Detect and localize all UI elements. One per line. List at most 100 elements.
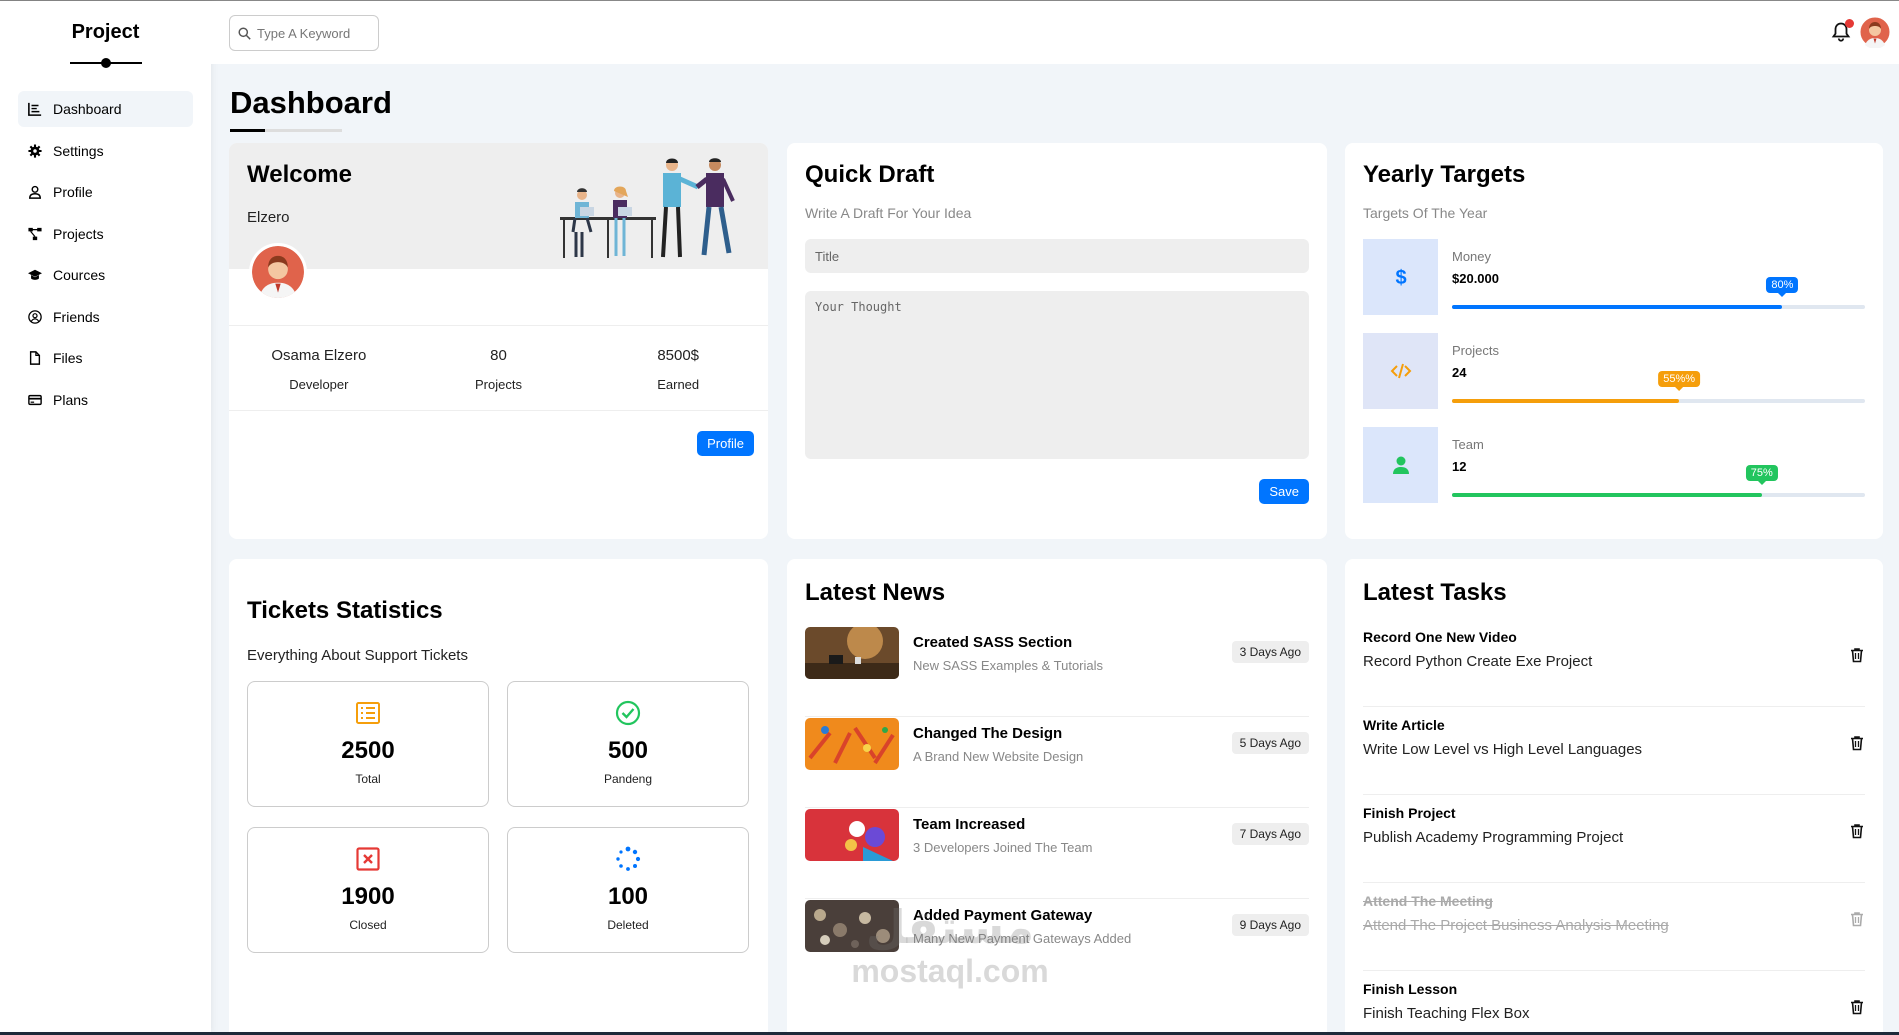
svg-text:$: $ [1395, 267, 1406, 288]
profile-button[interactable]: Profile [697, 431, 754, 456]
search-input[interactable] [257, 25, 372, 41]
user-circle-icon [28, 309, 42, 324]
sidebar-item-plans[interactable]: Plans [18, 382, 193, 418]
task-item: Write Article Write Low Level vs High Le… [1363, 707, 1865, 795]
news-item-title: Created SASS Section [913, 634, 1073, 651]
save-button[interactable]: Save [1259, 479, 1309, 504]
watermark: مستقل mostaql.com [834, 901, 1066, 990]
brand-divider [69, 58, 142, 68]
target-icon-box [1363, 333, 1438, 409]
notification-button[interactable] [1830, 19, 1854, 43]
stat-projects: 80 Projects [409, 326, 589, 410]
ticket-value: 2500 [341, 737, 395, 764]
welcome-avatar [249, 243, 307, 301]
news-item-date: 3 Days Ago [1231, 641, 1309, 663]
watermark-arabic: مستقل [865, 900, 1035, 954]
sidebar-item-label: Files [53, 350, 83, 366]
user-icon [29, 185, 41, 199]
news-item-date: 5 Days Ago [1231, 732, 1309, 754]
stat-label: Developer [289, 377, 349, 392]
task-item-done: Attend The Meeting Attend The Project Bu… [1363, 883, 1865, 971]
target-progress-track: 55%% [1452, 371, 1865, 403]
stat-earned: 8500$ Earned [588, 326, 768, 410]
title-underline [230, 129, 265, 132]
target-label: Money [1452, 249, 1492, 264]
target-progress-badge: 75% [1745, 465, 1778, 485]
stat-value: 8500$ [657, 347, 700, 364]
list-icon [356, 702, 380, 724]
latest-tasks-card: Latest Tasks Record One New Video Record… [1345, 559, 1883, 1035]
title-underline-light [265, 129, 342, 132]
target-progress-badge: 80% [1766, 277, 1799, 297]
welcome-card: Welcome Elzero Osama Elzero Developer 80… [229, 143, 768, 539]
sidebar-item-projects[interactable]: Projects [18, 216, 193, 252]
spinner-icon [616, 846, 641, 871]
task-item: Record One New Video Record Python Creat… [1363, 619, 1865, 707]
ticket-closed: 1900 Closed [247, 827, 489, 953]
draft-title-input[interactable] [805, 239, 1309, 273]
news-item[interactable]: Changed The Design A Brand New Website D… [805, 718, 1309, 808]
draft-thought-textarea[interactable] [805, 291, 1309, 459]
code-icon [1390, 363, 1411, 379]
task-title: Attend The Meeting [1363, 893, 1493, 909]
file-icon [29, 351, 41, 365]
welcome-title: Welcome [247, 161, 352, 188]
graduation-cap-icon [28, 269, 42, 280]
quick-draft-title: Quick Draft [805, 161, 935, 188]
sidebar-item-label: Friends [53, 308, 100, 325]
target-team: Team 12 75% [1363, 427, 1865, 503]
target-progress-track: 75% [1452, 465, 1865, 497]
news-thumbnail [805, 627, 899, 679]
target-progress-fill [1452, 493, 1762, 497]
news-item-title: Team Increased [913, 816, 1026, 833]
sidebar-item-friends[interactable]: Friends [18, 299, 193, 335]
stat-name: Osama Elzero Developer [229, 326, 409, 410]
sidebar-item-profile[interactable]: Profile [18, 174, 193, 210]
sidebar-item-label: Settings [53, 142, 104, 159]
task-desc: Record Python Create Exe Project [1363, 653, 1593, 670]
sidebar-item-files[interactable]: Files [18, 340, 193, 376]
user-avatar[interactable] [1859, 16, 1891, 48]
task-title: Finish Lesson [1363, 981, 1458, 997]
tickets-card: Tickets Statistics Everything About Supp… [229, 559, 768, 1035]
ticket-label: Pandeng [603, 772, 653, 786]
yearly-targets-card: Yearly Targets Targets Of The Year $ Mon… [1345, 143, 1883, 539]
sidebar-item-label: Profile [53, 184, 93, 200]
sidebar-item-settings[interactable]: Settings [18, 133, 193, 169]
check-circle-icon [615, 700, 641, 726]
trash-icon[interactable] [1849, 823, 1865, 839]
ticket-value: 500 [607, 737, 649, 764]
news-item[interactable]: Created SASS Section New SASS Examples &… [805, 627, 1309, 717]
news-item[interactable]: Team Increased 3 Developers Joined The T… [805, 809, 1309, 899]
target-progress-fill [1452, 399, 1680, 403]
target-value: 24 [1452, 365, 1467, 380]
trash-icon[interactable] [1849, 911, 1865, 927]
search-icon [238, 26, 251, 40]
trash-icon[interactable] [1849, 999, 1865, 1015]
watermark-latin: mostaql.com [851, 953, 1049, 989]
trash-icon[interactable] [1849, 647, 1865, 663]
stat-value: 80 [490, 347, 507, 364]
team-illustration [560, 158, 735, 258]
task-desc: Publish Academy Programming Project [1363, 829, 1624, 846]
news-item-date: 9 Days Ago [1231, 914, 1309, 936]
task-title: Finish Project [1363, 805, 1456, 821]
search-box[interactable] [229, 15, 379, 51]
sidebar-item-label: Plans [53, 391, 89, 408]
news-title: Latest News [805, 579, 946, 606]
target-progress-badge: 55%% [1658, 371, 1701, 391]
task-desc: Write Low Level vs High Level Languages [1363, 741, 1643, 758]
target-progress-track: 80% [1452, 277, 1865, 309]
tasks-title: Latest Tasks [1363, 579, 1507, 606]
ticket-label: Deleted [607, 918, 649, 932]
news-item-desc: A Brand New Website Design [913, 749, 1084, 764]
news-item-desc: 3 Developers Joined The Team [913, 840, 1093, 855]
task-title: Record One New Video [1363, 629, 1517, 645]
sidebar-item-dashboard[interactable]: Dashboard [18, 91, 193, 127]
welcome-subtitle: Elzero [247, 209, 290, 226]
quick-draft-card: Quick Draft Write A Draft For Your Idea … [787, 143, 1327, 539]
task-desc: Finish Teaching Flex Box [1363, 1005, 1530, 1022]
trash-icon[interactable] [1849, 735, 1865, 751]
task-title: Write Article [1363, 717, 1445, 733]
sidebar-item-cources[interactable]: Cources [18, 257, 193, 293]
